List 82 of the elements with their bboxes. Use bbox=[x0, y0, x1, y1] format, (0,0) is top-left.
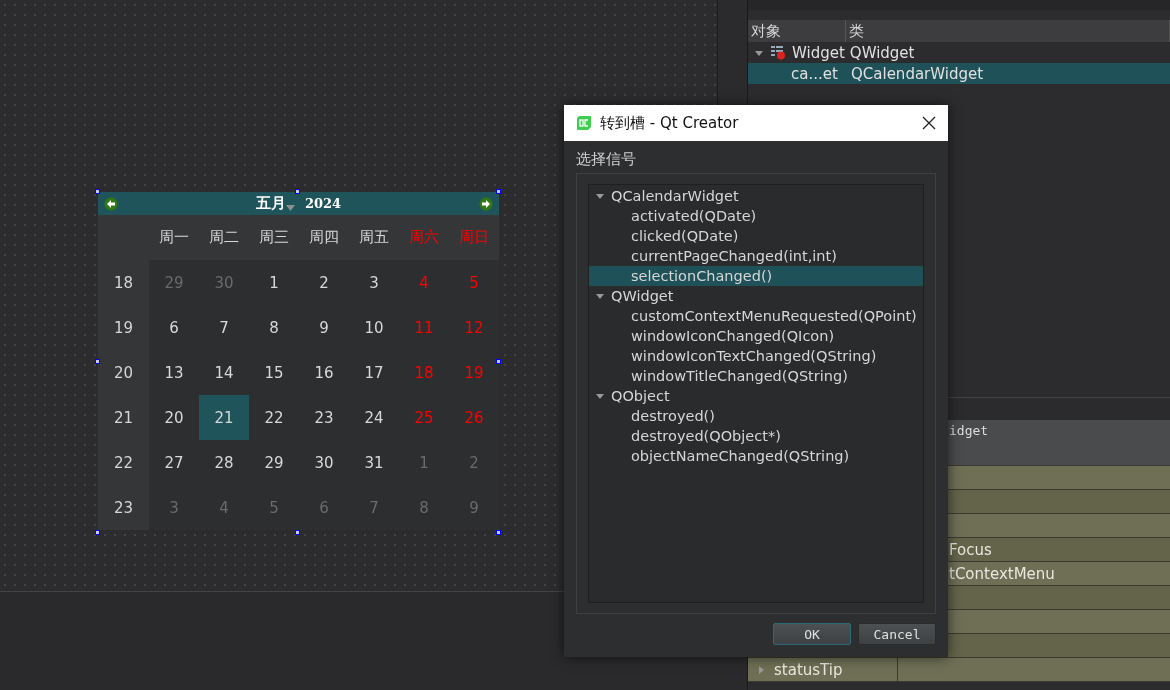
resize-handle[interactable] bbox=[496, 189, 501, 194]
calendar-day[interactable]: 29 bbox=[249, 440, 299, 485]
calendar-day[interactable]: 21 bbox=[199, 395, 249, 440]
resize-handle[interactable] bbox=[496, 359, 501, 364]
calendar-day[interactable]: 28 bbox=[199, 440, 249, 485]
resize-handle[interactable] bbox=[295, 189, 300, 194]
object-name[interactable]: Widget bbox=[792, 43, 845, 62]
calendar-day[interactable]: 8 bbox=[249, 305, 299, 350]
calendar-day[interactable]: 2 bbox=[299, 260, 349, 305]
calendar-day[interactable]: 7 bbox=[199, 305, 249, 350]
weekday-header: 周一 bbox=[158, 227, 190, 248]
signal-label: 选择信号 bbox=[576, 150, 637, 169]
week-number: 21 bbox=[98, 395, 149, 440]
property-value[interactable]: tContextMenu bbox=[949, 564, 1055, 583]
ok-button[interactable]: OK bbox=[773, 623, 851, 645]
year-selector[interactable]: 2024 bbox=[304, 196, 342, 211]
property-name: statusTip bbox=[774, 660, 843, 679]
dropdown-arrow-icon[interactable] bbox=[285, 204, 295, 211]
expanded-arrow-icon[interactable] bbox=[595, 191, 605, 201]
calendar-day[interactable]: 27 bbox=[149, 440, 199, 485]
calendar-day[interactable]: 17 bbox=[349, 350, 399, 395]
signal-item[interactable]: clicked(QDate) bbox=[631, 228, 739, 244]
week-number: 20 bbox=[98, 350, 149, 395]
signal-item[interactable]: currentPageChanged(int,int) bbox=[631, 248, 837, 264]
signal-item[interactable]: customContextMenuRequested(QPoint) bbox=[631, 308, 917, 324]
calendar-day[interactable]: 31 bbox=[349, 440, 399, 485]
selected-row[interactable]: ca...et QCalendarWidget bbox=[748, 63, 1170, 84]
week-number: 23 bbox=[98, 485, 149, 530]
calendar-day[interactable]: 6 bbox=[149, 305, 199, 350]
class-name: QCalendarWidget bbox=[851, 64, 984, 83]
resize-handle[interactable] bbox=[496, 530, 501, 535]
expanded-arrow-icon[interactable] bbox=[595, 291, 605, 301]
resize-handle[interactable] bbox=[95, 359, 100, 364]
resize-handle[interactable] bbox=[95, 189, 100, 194]
window-title: 转到槽 - Qt Creator bbox=[600, 113, 740, 133]
signal-item[interactable]: windowTitleChanged(QString) bbox=[631, 368, 848, 384]
app-icon bbox=[576, 115, 592, 131]
weekday-header: 周四 bbox=[308, 227, 340, 248]
calendar-day[interactable]: 1 bbox=[249, 260, 299, 305]
weekday-header: 周六 bbox=[408, 227, 440, 248]
class-node[interactable]: QObject bbox=[611, 388, 670, 404]
signal-item[interactable]: objectNameChanged(QString) bbox=[631, 448, 850, 464]
calendar-day[interactable]: 30 bbox=[299, 440, 349, 485]
calendar-day[interactable]: 14 bbox=[199, 350, 249, 395]
calendar-day[interactable]: 23 bbox=[299, 395, 349, 440]
calendar-day[interactable]: 20 bbox=[149, 395, 199, 440]
calendar-day[interactable]: 3 bbox=[349, 260, 399, 305]
calendar-day[interactable]: 9 bbox=[299, 305, 349, 350]
object-name[interactable]: ca...et bbox=[748, 64, 851, 83]
calendar-day[interactable]: 16 bbox=[299, 350, 349, 395]
cancel-button[interactable]: Cancel bbox=[858, 623, 936, 645]
resize-handle[interactable] bbox=[95, 530, 100, 535]
calendar-day[interactable]: 15 bbox=[249, 350, 299, 395]
column-header[interactable]: 类 bbox=[845, 20, 1170, 42]
week-number: 18 bbox=[98, 260, 149, 305]
class-node[interactable]: QWidget bbox=[611, 288, 674, 304]
class-name: QWidget bbox=[849, 43, 915, 62]
signal-item[interactable]: windowIconChanged(QIcon) bbox=[631, 328, 835, 344]
signal-item[interactable]: activated(QDate) bbox=[631, 208, 757, 224]
expanded-arrow-icon[interactable] bbox=[595, 391, 605, 401]
calendar-day[interactable]: 13 bbox=[149, 350, 199, 395]
signal-item[interactable]: windowIconTextChanged(QString) bbox=[631, 348, 877, 364]
weekday-header: 周二 bbox=[208, 227, 240, 248]
weekday-header: 周五 bbox=[358, 227, 390, 248]
weekday-header: 周三 bbox=[258, 227, 290, 248]
calendar-day[interactable]: 24 bbox=[349, 395, 399, 440]
week-number: 22 bbox=[98, 440, 149, 485]
weekday-header: 周日 bbox=[458, 227, 490, 248]
class-node[interactable]: QCalendarWidget bbox=[611, 188, 739, 204]
form-icon bbox=[770, 45, 786, 60]
calendar-day[interactable]: 22 bbox=[249, 395, 299, 440]
column-header[interactable]: 对象 bbox=[748, 20, 846, 42]
resize-handle[interactable] bbox=[295, 530, 300, 535]
signal-item[interactable]: destroyed() bbox=[631, 408, 715, 424]
left-arrow-icon[interactable] bbox=[104, 196, 118, 211]
month-selector[interactable]: 五月 bbox=[255, 194, 286, 213]
week-number: 19 bbox=[98, 305, 149, 350]
close-icon[interactable] bbox=[922, 116, 936, 130]
calendar-day[interactable]: 10 bbox=[349, 305, 399, 350]
right-arrow-icon[interactable] bbox=[479, 196, 493, 211]
property-value[interactable]: Focus bbox=[949, 540, 992, 559]
calendar-widget[interactable]: 五月 2024 周一 周二 周三 周四 周五 周六 周日 18 29 30 1 2 3 4 5 19 6 7 8 9 10 11 12 20 13 14 15 16 17 18 19 21 20 21 22 23 24 25 26 22 27 28 29 30 31 1 2 23 3 4 5 6 7 8 9 bbox=[98, 192, 499, 533]
